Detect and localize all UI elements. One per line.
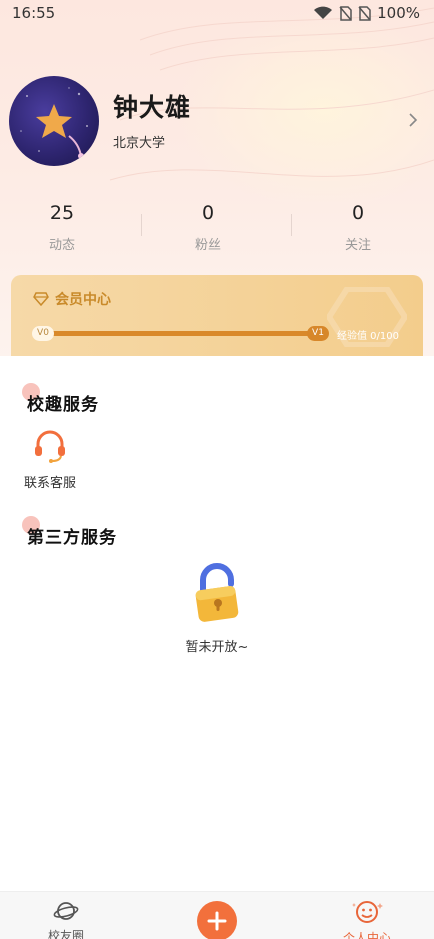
membership-title: 会员中心 xyxy=(55,292,111,308)
stat-value: 0 xyxy=(351,202,365,224)
chevron-right-icon[interactable] xyxy=(408,112,418,128)
empty-state-text: 暂未开放~ xyxy=(185,640,249,655)
user-name: 钟大雄 xyxy=(113,92,192,122)
third-party-empty-state: 暂未开放~ xyxy=(160,562,274,655)
lock-icon xyxy=(195,563,239,622)
service-label: 联系客服 xyxy=(23,476,76,491)
current-level-badge: V0 xyxy=(32,326,54,341)
plus-icon xyxy=(207,911,227,931)
avatar[interactable] xyxy=(9,76,99,166)
level-track xyxy=(42,331,319,336)
stat-label: 粉丝 xyxy=(194,238,221,253)
user-school: 北京大学 xyxy=(113,135,166,151)
section-title-campus-services: 校趣服务 xyxy=(27,395,99,415)
profile-card[interactable]: 钟大雄 北京大学 xyxy=(9,76,191,166)
stat-label: 动态 xyxy=(48,238,75,253)
status-bar: 16:55 100% xyxy=(0,0,434,26)
next-level-badge: V1 xyxy=(307,326,329,341)
create-post-button[interactable] xyxy=(197,901,237,939)
smiley-icon xyxy=(352,901,383,923)
no-sim-icon xyxy=(339,5,352,21)
stats-row: 25 动态 0 粉丝 0 关注 xyxy=(0,202,434,253)
tab-alumni-circle[interactable]: 校友圈 xyxy=(42,900,90,939)
wifi-icon xyxy=(314,6,333,19)
status-time: 16:55 xyxy=(12,4,56,22)
tab-personal-center[interactable]: 个人中心 xyxy=(332,900,402,939)
stat-value: 25 xyxy=(49,202,75,224)
stat-posts[interactable]: 25 动态 xyxy=(0,202,133,253)
battery-level: 100% xyxy=(377,4,420,22)
stat-value: 0 xyxy=(201,202,215,224)
membership-card[interactable]: 会员中心 V0 V1 经验值 0/100 xyxy=(11,275,423,365)
experience-text: 经验值 0/100 xyxy=(337,331,399,342)
service-item-customer-service[interactable]: 联系客服 xyxy=(22,428,78,491)
section-title-third-party: 第三方服务 xyxy=(27,528,117,548)
no-sim-icon-2 xyxy=(358,5,371,21)
headset-icon xyxy=(35,430,65,463)
level-progress-bar: V0 V1 xyxy=(32,326,329,341)
tab-label: 校友圈 xyxy=(47,929,84,939)
stat-following[interactable]: 0 关注 xyxy=(283,202,433,253)
stat-followers[interactable]: 0 粉丝 xyxy=(133,202,283,253)
planet-icon xyxy=(53,902,79,920)
tab-label: 个人中心 xyxy=(342,931,391,939)
diamond-icon xyxy=(33,292,49,306)
stat-label: 关注 xyxy=(344,238,371,253)
